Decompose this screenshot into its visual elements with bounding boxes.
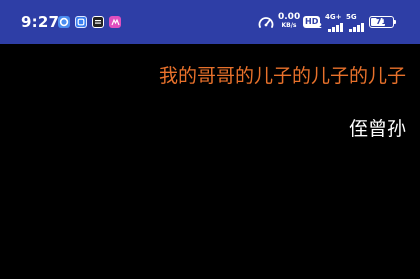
battery-level: 71 xyxy=(375,17,388,26)
main-content: 我的哥哥的儿子的儿子的儿子 侄曾孙 xyxy=(0,44,420,279)
status-time: 9:27 xyxy=(21,13,60,31)
status-bar: 9:27 0.00 KB/s HD 2 4G+ 5G 71 xyxy=(0,0,420,44)
signal-4g-icon: 4G+ xyxy=(325,14,347,32)
signal-4g-label: 4G+ xyxy=(325,13,342,21)
signal-5g-label: 5G xyxy=(346,13,357,21)
signal-5g-icon: 5G xyxy=(346,14,368,32)
relation-chain-text: 我的哥哥的儿子的儿子的儿子 xyxy=(158,65,406,87)
baidu-app-icon xyxy=(58,16,70,28)
browser-app-icon xyxy=(75,16,87,28)
qq-music-icon xyxy=(92,16,104,28)
battery-icon: 71 xyxy=(369,16,394,28)
relation-result-text: 侄曾孙 xyxy=(348,118,406,140)
network-speed-unit: KB/s xyxy=(281,22,297,29)
network-speed: 0.00 KB/s xyxy=(278,13,300,30)
network-speed-value: 0.00 xyxy=(278,12,301,22)
speedometer-icon xyxy=(258,17,274,28)
ai-app-icon xyxy=(109,16,121,28)
hd-voice-sim-number: 2 xyxy=(317,22,322,30)
battery-tip xyxy=(394,20,396,24)
